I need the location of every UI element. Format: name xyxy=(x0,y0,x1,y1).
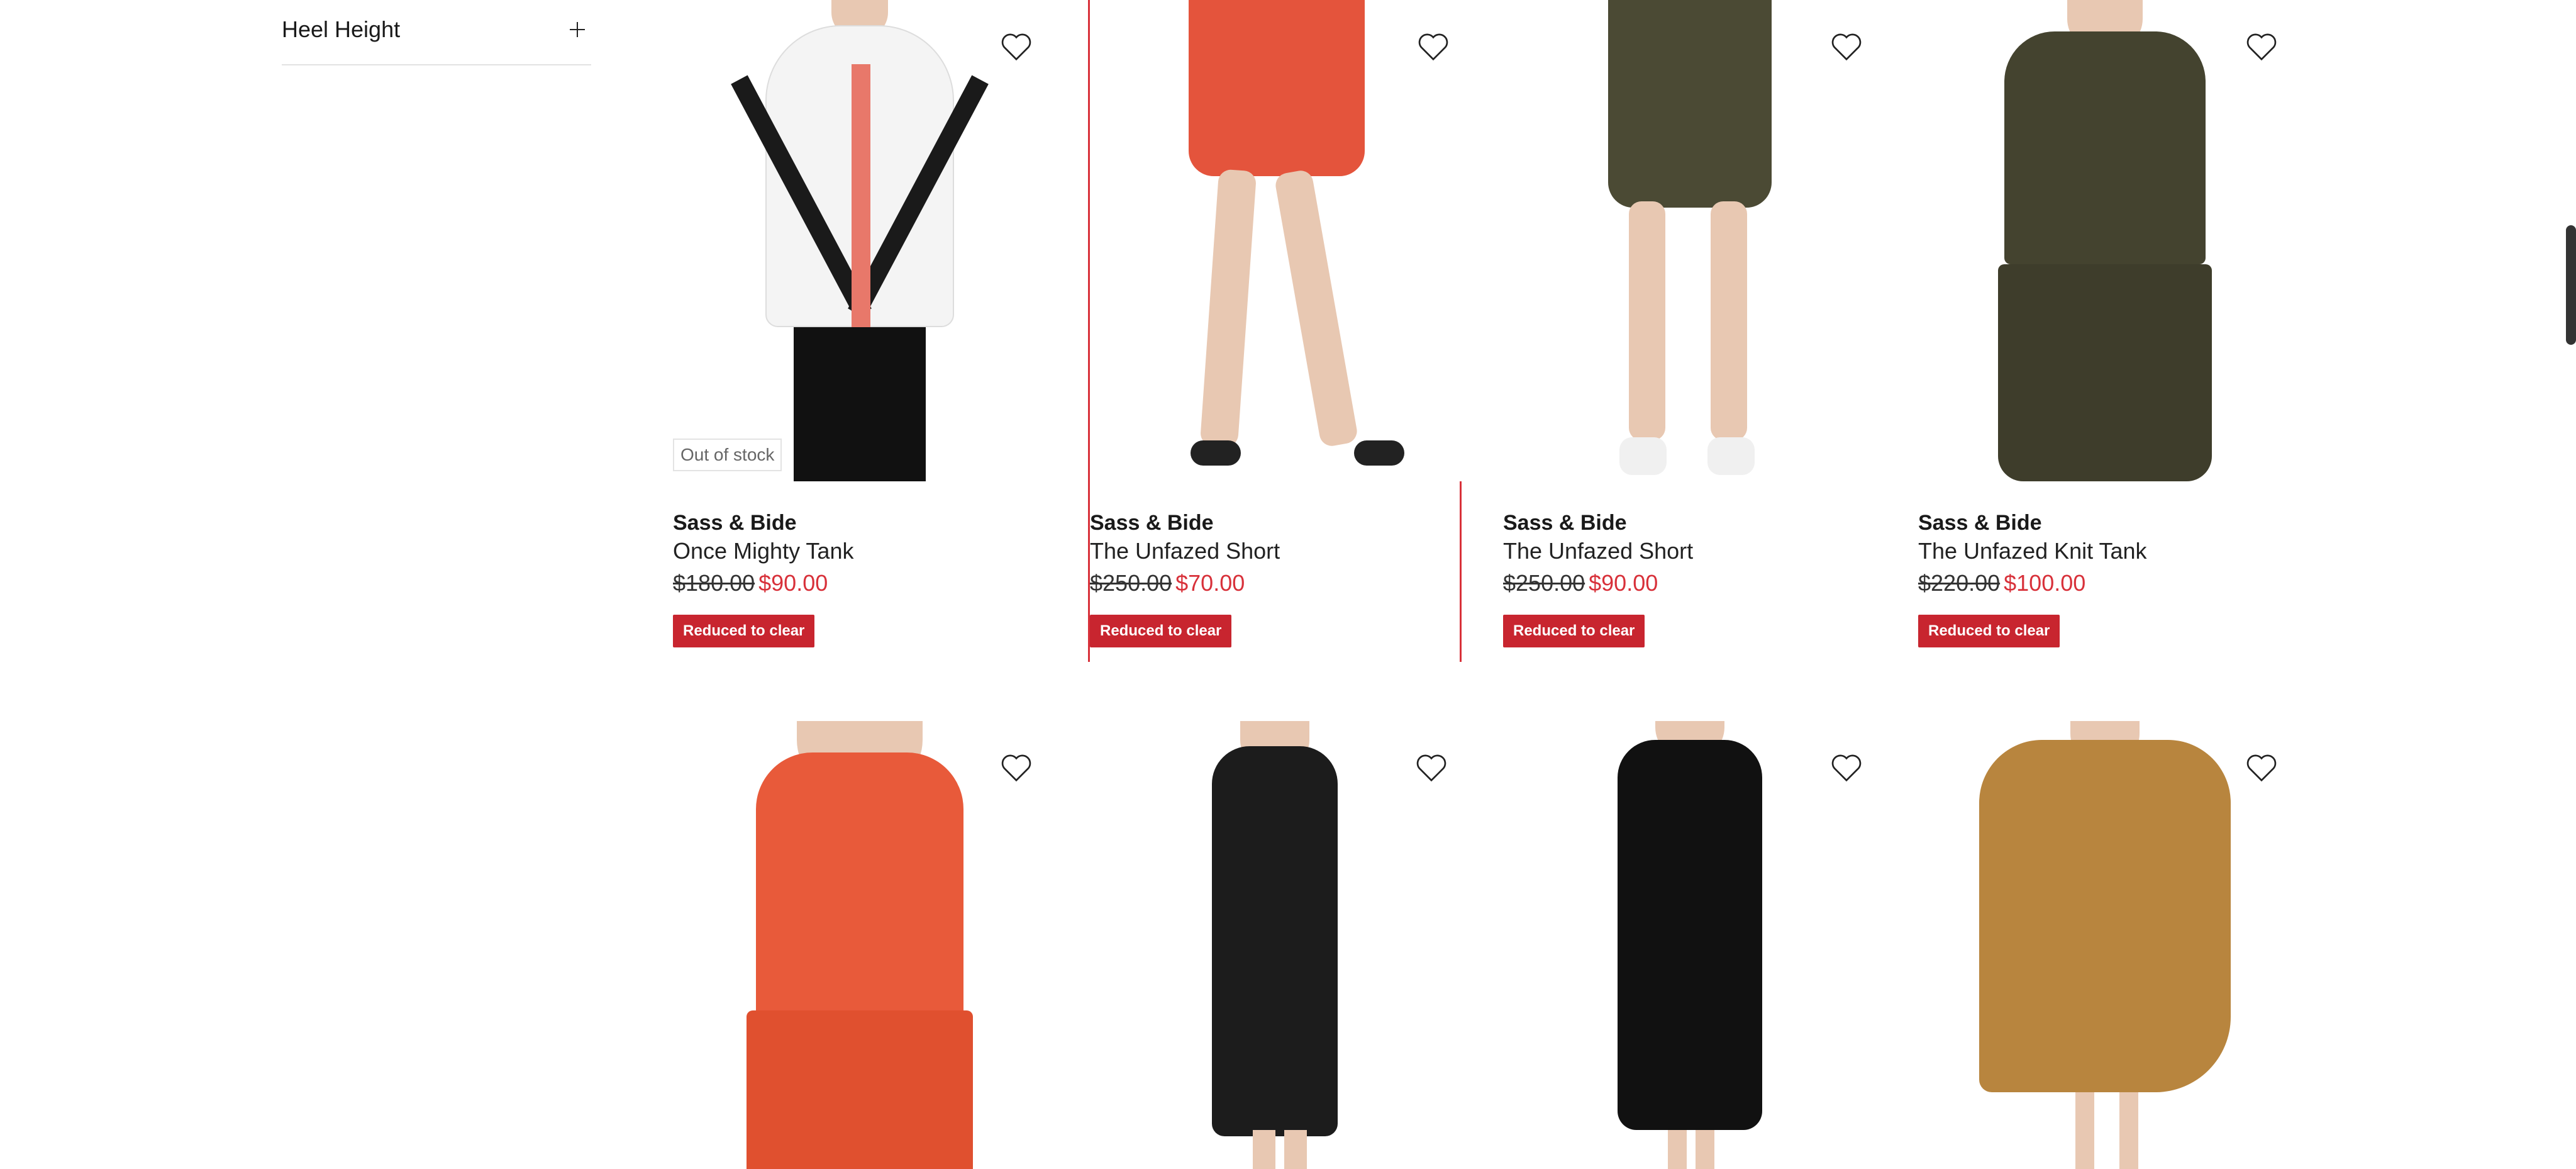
filter-heel-height[interactable]: Heel Height xyxy=(282,0,591,65)
wishlist-button[interactable] xyxy=(1409,23,1457,70)
product-image[interactable] xyxy=(1503,721,1877,1169)
heart-outline-icon xyxy=(2246,754,2277,782)
wishlist-button[interactable] xyxy=(1407,744,1455,791)
promo-tag: Reduced to clear xyxy=(1503,615,1645,647)
product-card[interactable]: Sass & Bide The Unfazed Short $250.00 $90… xyxy=(1503,0,1877,647)
sale-price: $70.00 xyxy=(1175,570,1245,596)
was-price: $180.00 xyxy=(673,570,755,596)
product-card[interactable]: Sass & Bide The Unfazed Short $250.00 $70… xyxy=(1088,0,1463,662)
product-card[interactable] xyxy=(1088,721,1462,1169)
promo-tag: Reduced to clear xyxy=(673,615,815,647)
product-name[interactable]: Once Mighty Tank xyxy=(673,537,1046,566)
was-price: $220.00 xyxy=(1918,570,2001,596)
product-brand: Sass & Bide xyxy=(1090,511,1214,535)
plus-icon[interactable] xyxy=(569,21,586,38)
product-brand: Sass & Bide xyxy=(1503,511,1627,535)
product-image[interactable] xyxy=(1090,0,1463,481)
product-brand: Sass & Bide xyxy=(673,511,797,535)
product-name[interactable]: The Unfazed Short xyxy=(1503,537,1877,566)
product-image[interactable]: Out of stock xyxy=(673,0,1046,481)
sale-price: $100.00 xyxy=(2004,570,2086,596)
wishlist-button[interactable] xyxy=(2238,23,2285,70)
sale-price: $90.00 xyxy=(1589,570,1658,596)
product-image[interactable] xyxy=(673,721,1046,1169)
product-price: $250.00 $70.00 xyxy=(1090,566,1460,601)
product-image[interactable] xyxy=(1088,721,1462,1169)
product-name[interactable]: The Unfazed Knit Tank xyxy=(1918,537,2292,566)
product-image[interactable] xyxy=(1918,0,2292,481)
heart-outline-icon xyxy=(1001,754,1031,782)
heart-outline-icon xyxy=(1416,754,1446,782)
product-card[interactable]: Out of stock Sass & Bide Once Mighty Tan… xyxy=(673,0,1046,647)
product-price: $250.00 $90.00 xyxy=(1503,566,1877,601)
was-price: $250.00 xyxy=(1090,570,1172,596)
was-price: $250.00 xyxy=(1503,570,1585,596)
product-brand: Sass & Bide xyxy=(1918,511,2042,535)
product-card[interactable] xyxy=(1503,721,1877,1169)
product-price: $220.00 $100.00 xyxy=(1918,566,2292,601)
product-card[interactable] xyxy=(1918,721,2292,1169)
heart-outline-icon xyxy=(1831,33,1862,61)
sale-price: $90.00 xyxy=(758,570,828,596)
wishlist-button[interactable] xyxy=(992,23,1040,70)
wishlist-button[interactable] xyxy=(1823,744,1870,791)
stock-badge: Out of stock xyxy=(673,439,782,471)
promo-tag: Reduced to clear xyxy=(1918,615,2060,647)
heart-outline-icon xyxy=(1001,33,1031,61)
product-name[interactable]: The Unfazed Short xyxy=(1090,537,1460,566)
heart-outline-icon xyxy=(1831,754,1862,782)
heart-outline-icon xyxy=(1418,33,1448,61)
heart-outline-icon xyxy=(2246,33,2277,61)
product-card[interactable] xyxy=(673,721,1046,1169)
filter-label: Heel Height xyxy=(282,16,401,42)
wishlist-button[interactable] xyxy=(1823,23,1870,70)
wishlist-button[interactable] xyxy=(992,744,1040,791)
product-price: $180.00 $90.00 xyxy=(673,566,1046,601)
product-card[interactable]: Sass & Bide The Unfazed Knit Tank $220.0… xyxy=(1918,0,2292,647)
scrollbar[interactable] xyxy=(2566,225,2576,345)
filter-sidebar: Heel Height xyxy=(282,0,591,65)
product-image[interactable] xyxy=(1918,721,2292,1169)
product-image[interactable] xyxy=(1503,0,1877,481)
promo-tag: Reduced to clear xyxy=(1090,615,1232,647)
wishlist-button[interactable] xyxy=(2238,744,2285,791)
